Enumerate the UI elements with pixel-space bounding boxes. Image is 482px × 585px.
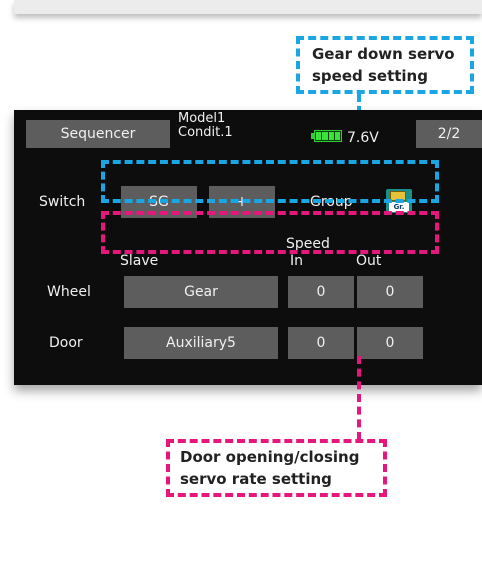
speed-out-header: Out <box>356 253 382 269</box>
door-speed-out-button[interactable]: 0 <box>357 327 423 359</box>
door-row-highlight <box>101 211 439 254</box>
gear-speed-callout: Gear down servo speed setting <box>296 36 474 94</box>
door-speed-in-button[interactable]: 0 <box>288 327 354 359</box>
title-bar: Sequencer Model1 Condit.1 7.6V 2/2 <box>14 110 482 148</box>
gear-speed-callout-line2: speed setting <box>312 67 428 85</box>
previous-screen-panel <box>14 0 482 14</box>
slave-header: Slave <box>120 253 159 269</box>
door-rate-connector <box>357 356 361 440</box>
gear-speed-callout-line1: Gear down servo <box>312 45 455 63</box>
model-info: Model1 Condit.1 <box>178 112 233 140</box>
model-name: Model1 <box>178 111 226 126</box>
wheel-row-highlight <box>101 160 439 203</box>
door-slave-button[interactable]: Auxiliary5 <box>124 327 278 359</box>
sequencer-title-button[interactable]: Sequencer <box>26 120 170 148</box>
door-rate-callout-line2: servo rate setting <box>180 470 332 488</box>
condition-name: Condit.1 <box>178 125 233 140</box>
battery-voltage: 7.6V <box>347 130 379 146</box>
switch-label: Switch <box>39 194 86 210</box>
door-rate-callout-line1: Door opening/closing <box>180 448 360 466</box>
wheel-speed-out-button[interactable]: 0 <box>357 276 423 308</box>
battery-icon <box>314 130 342 142</box>
row-name-wheel: Wheel <box>47 284 91 300</box>
wheel-speed-in-button[interactable]: 0 <box>288 276 354 308</box>
speed-in-header: In <box>290 253 304 269</box>
wheel-slave-button[interactable]: Gear <box>124 276 278 308</box>
row-name-door: Door <box>49 335 83 351</box>
door-rate-callout: Door opening/closing servo rate setting <box>166 439 387 497</box>
page-indicator-button[interactable]: 2/2 <box>416 120 482 148</box>
